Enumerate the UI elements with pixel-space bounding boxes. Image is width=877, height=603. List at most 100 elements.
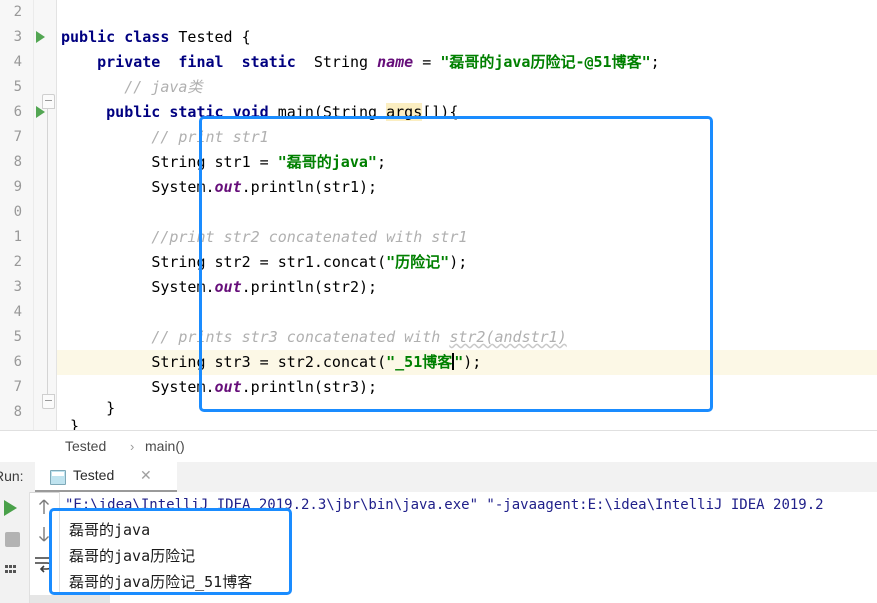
rerun-icon[interactable] — [4, 500, 17, 516]
line-number-row[interactable]: 0 — [0, 200, 57, 225]
println-call-13: .println(str2); — [241, 278, 378, 296]
scroll-up-icon[interactable] — [37, 498, 51, 521]
code-line-13[interactable]: System.out.println(str2); — [57, 275, 877, 300]
line-number: 2 — [13, 4, 22, 20]
run-window-label: Run: — [0, 468, 24, 484]
line-number: 4 — [13, 304, 22, 320]
fold-rail — [47, 106, 48, 402]
comment-java-class: // java类 — [124, 78, 203, 96]
line-number: 7 — [13, 129, 22, 145]
line-number-row[interactable]: 4 — [0, 50, 57, 75]
line-number-row[interactable]: 2 — [0, 0, 57, 25]
code-line-2[interactable] — [57, 0, 877, 25]
code-line-3[interactable]: public class Tested { — [57, 25, 877, 50]
breadcrumb-bar: Tested › main() — [0, 430, 877, 464]
assign-op: = — [422, 53, 432, 71]
line-number: 5 — [13, 329, 22, 345]
scroll-down-icon[interactable] — [37, 525, 51, 548]
code-line-6[interactable]: public static void main(String args[]){ — [57, 100, 877, 125]
semicolon-8: ; — [376, 153, 386, 171]
code-line-16[interactable]: String str3 = str2.concat("_51博客 "); — [57, 350, 877, 375]
soft-wrap-icon-svg — [35, 557, 52, 573]
fold-toggle-open-icon[interactable] — [42, 94, 55, 109]
keyword-static: static — [241, 53, 296, 71]
code-line-11[interactable]: //print str2 concatenated with str1 — [57, 225, 877, 250]
scroll-up-icon-svg — [39, 499, 49, 514]
code-line-14[interactable] — [57, 300, 877, 325]
console-output-line-1: 磊哥的java — [69, 521, 151, 539]
line-number-row[interactable]: 4 — [0, 300, 57, 325]
console-output[interactable]: "E:\idea\IntelliJ IDEA 2019.2.3\jbr\bin\… — [60, 492, 877, 603]
concat-tail-16: ); — [463, 353, 482, 371]
soft-wrap-icon[interactable] — [33, 555, 53, 578]
line-number-row[interactable]: 5 — [0, 325, 57, 350]
code-line-19[interactable]: } — [57, 414, 877, 430]
comment-print-str2: //print str2 concatenated with str1 — [151, 228, 468, 246]
stop-icon[interactable] — [5, 532, 20, 547]
run-toolbar-divider — [29, 492, 30, 603]
fold-toggle-close-icon[interactable] — [42, 394, 55, 409]
comment-print-str3: // prints str3 concatenated with — [151, 328, 450, 346]
line-number: 9 — [13, 179, 22, 195]
comment-typo-fragment: str2(andstr1) — [449, 328, 567, 346]
breadcrumb-class[interactable]: Tested — [65, 438, 106, 454]
code-line-12[interactable]: String str2 = str1.concat("历险记"); — [57, 250, 877, 275]
line-number: 6 — [13, 104, 22, 120]
println-call-17: .println(str3); — [241, 378, 378, 396]
line-number-row[interactable]: 6 — [0, 350, 57, 375]
code-line-15[interactable]: // prints str3 concatenated with str2(an… — [57, 325, 877, 350]
comment-print-str1: // print str1 — [151, 128, 269, 146]
line-number: 2 — [13, 254, 22, 270]
system-prefix-13: System. — [151, 278, 215, 296]
console-output-line-3: 磊哥的java历险记_51博客 — [69, 573, 253, 591]
print-icon[interactable] — [5, 563, 21, 575]
keyword-final: final — [178, 53, 224, 71]
code-line-4[interactable]: private final static String name = "磊哥的j… — [57, 50, 877, 75]
line-number-row[interactable]: 1 — [0, 225, 57, 250]
line-number-row[interactable]: 2 — [0, 250, 57, 275]
code-line-8[interactable]: String str1 = "磊哥的java"; — [57, 150, 877, 175]
out-field-17: out — [214, 378, 242, 396]
code-line-9[interactable]: System.out.println(str1); — [57, 175, 877, 200]
keyword-private: private — [97, 53, 161, 71]
line-number-row[interactable]: 3 — [0, 25, 57, 50]
line-number-row[interactable]: 7 — [0, 125, 57, 150]
line-number: 3 — [13, 279, 22, 295]
field-name: name — [377, 53, 414, 71]
line-number: 1 — [13, 229, 22, 245]
line-number-row[interactable]: 8 — [0, 150, 57, 175]
out-field-9: out — [214, 178, 242, 196]
out-field-13: out — [214, 278, 242, 296]
line-number: 5 — [13, 79, 22, 95]
string-literal-name: "磊哥的java历险记-@51博客" — [440, 53, 651, 71]
run-gutter-icon[interactable] — [36, 31, 45, 43]
decl-str1: String str1 = — [151, 153, 278, 171]
keyword-public-2: public — [106, 103, 161, 121]
run-configuration-icon — [50, 470, 66, 485]
code-line-5[interactable]: // java类 — [57, 75, 877, 100]
print-icon-svg — [5, 565, 16, 573]
console-output-line-2: 磊哥的java历险记 — [69, 547, 196, 565]
line-number-row[interactable]: 3 — [0, 275, 57, 300]
run-tool-window: Run: Tested ✕ — [0, 462, 877, 603]
method-signature-tail: []){ — [422, 103, 459, 121]
brace-open: { — [241, 28, 251, 46]
brace-close-class: } — [70, 417, 80, 430]
code-line-7[interactable]: // print str1 — [57, 125, 877, 150]
code-line-10[interactable] — [57, 200, 877, 225]
method-main: main(String — [277, 103, 387, 121]
string-literal-str3: "_51博客 — [386, 353, 453, 371]
run-tab-bar: Run: Tested ✕ — [0, 462, 877, 493]
close-icon[interactable]: ✕ — [140, 467, 152, 484]
semicolon: ; — [650, 53, 660, 71]
type-string: String — [313, 53, 369, 71]
decl-str3: String str3 = str2.concat( — [151, 353, 387, 371]
breadcrumb-method[interactable]: main() — [145, 438, 185, 454]
keyword-static-2: static — [169, 103, 224, 121]
println-call-9: .println(str1); — [241, 178, 378, 196]
code-editor[interactable]: 234567890123456789 public class Tested {… — [0, 0, 877, 430]
line-number-row[interactable]: 9 — [0, 175, 57, 200]
line-number: 3 — [13, 29, 22, 45]
code-content[interactable]: public class Tested { private final stat… — [57, 0, 877, 430]
concat-tail-12: ); — [449, 253, 468, 271]
